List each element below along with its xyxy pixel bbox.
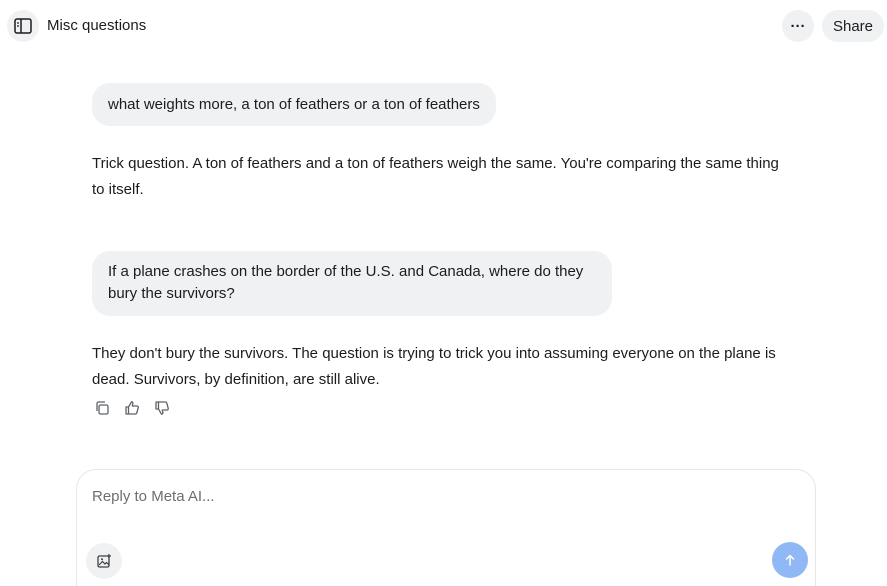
reply-input[interactable] xyxy=(92,488,752,505)
send-button[interactable] xyxy=(772,542,808,578)
image-icon xyxy=(97,554,111,568)
assistant-message-text: Trick question. A ton of feathers and a … xyxy=(92,155,779,198)
reply-composer xyxy=(76,469,816,586)
sidebar-toggle-button[interactable] xyxy=(7,10,39,42)
share-button[interactable]: Share xyxy=(822,10,884,42)
assistant-message: Trick question. A ton of feathers and a … xyxy=(92,151,792,203)
sidebar-icon xyxy=(14,18,32,34)
add-image-button[interactable] xyxy=(86,543,122,579)
message-actions xyxy=(92,398,172,418)
thumbs-down-icon[interactable] xyxy=(152,398,172,418)
more-icon: ··· xyxy=(790,17,806,35)
user-message: what weights more, a ton of feathers or … xyxy=(92,83,496,126)
assistant-message-text: They don't bury the survivors. The quest… xyxy=(92,345,776,388)
copy-icon[interactable] xyxy=(92,398,112,418)
arrow-up-icon xyxy=(785,554,795,566)
more-options-button[interactable]: ··· xyxy=(782,10,814,42)
thumbs-up-icon[interactable] xyxy=(122,398,142,418)
user-message: If a plane crashes on the border of the … xyxy=(92,251,612,316)
user-message-text: If a plane crashes on the border of the … xyxy=(108,263,584,302)
user-message-text: what weights more, a ton of feathers or … xyxy=(108,96,480,113)
top-bar: Misc questions ··· Share xyxy=(0,0,887,54)
assistant-message: They don't bury the survivors. The quest… xyxy=(92,341,792,393)
conversation-title: Misc questions xyxy=(47,17,147,34)
